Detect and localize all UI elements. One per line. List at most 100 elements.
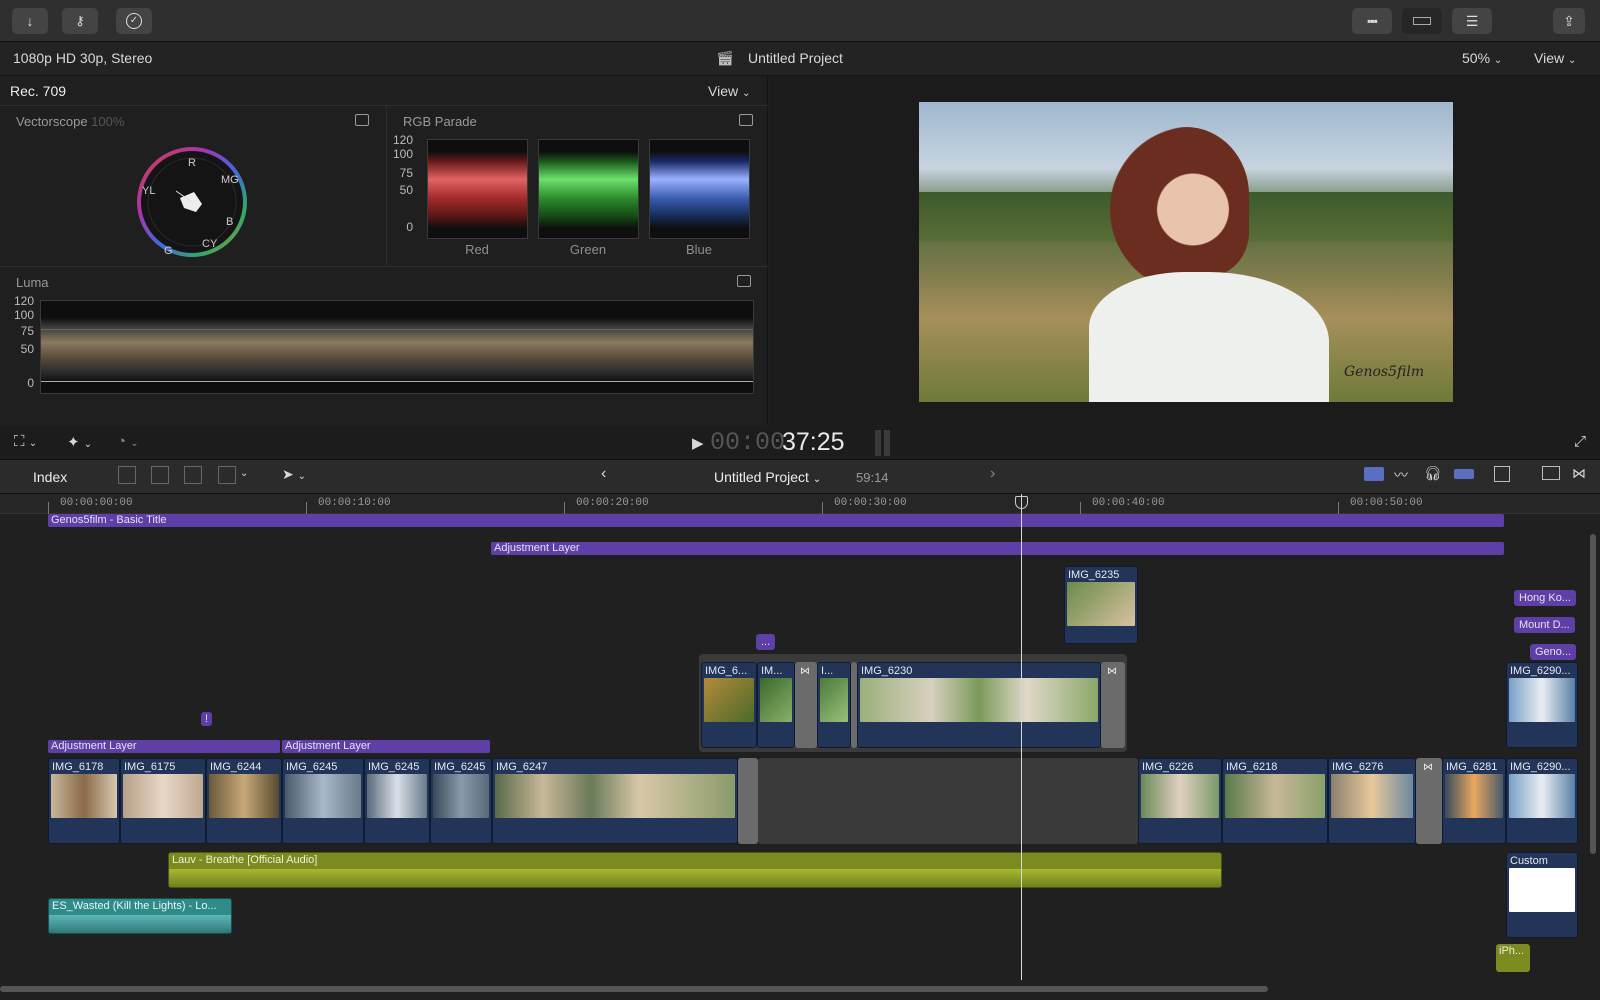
- transform-tool-menu[interactable]: ⛶ ⌄: [14, 433, 37, 450]
- transition[interactable]: [738, 758, 758, 844]
- luma-plot: [40, 300, 754, 394]
- browser-layout-button[interactable]: ▪▪▪: [1352, 8, 1392, 34]
- horizontal-scrollbar[interactable]: [0, 986, 1268, 992]
- view-menu-label: View: [1534, 50, 1565, 66]
- primary-clip[interactable]: IMG_6244: [206, 758, 282, 844]
- insert-clip-icon[interactable]: [151, 466, 169, 484]
- scope-settings-icon[interactable]: [739, 114, 753, 126]
- title-clip[interactable]: Genos5film - Basic Title: [48, 514, 1504, 527]
- primary-clip[interactable]: IMG_6276: [1328, 758, 1416, 844]
- chevron-down-icon[interactable]: ⌄: [240, 468, 248, 479]
- ruler-label: 00:00:10:00: [318, 497, 391, 509]
- playhead[interactable]: [1021, 494, 1022, 980]
- timecode-display[interactable]: 37:25: [782, 428, 845, 457]
- select-tool-menu[interactable]: ➤ ⌄: [282, 466, 306, 483]
- primary-clip[interactable]: IMG_6226: [1138, 758, 1222, 844]
- background-tasks-button[interactable]: ✓: [116, 8, 152, 34]
- title-clip-hong-kong[interactable]: Hong Ko...: [1514, 590, 1576, 606]
- scope-settings-icon[interactable]: [355, 114, 369, 126]
- append-clip-icon[interactable]: [184, 466, 202, 484]
- gap-clip[interactable]: [758, 758, 1138, 844]
- storyline-clip[interactable]: IMG_6230: [857, 662, 1101, 748]
- overwrite-clip-icon[interactable]: [218, 466, 236, 484]
- import-button[interactable]: ↓: [12, 8, 48, 34]
- title-clip-genos[interactable]: Geno...: [1530, 644, 1577, 660]
- connected-clip-img6235[interactable]: IMG_6235: [1064, 566, 1138, 644]
- vector-label-mg: MG: [221, 174, 239, 186]
- clip-name: IMG_6226: [1142, 761, 1194, 773]
- playhead-handle[interactable]: [1015, 496, 1028, 509]
- primary-clip[interactable]: IMG_6281: [1442, 758, 1506, 844]
- snapping-icon[interactable]: [1454, 469, 1474, 479]
- primary-clip[interactable]: IMG_6247: [492, 758, 738, 844]
- clip-name: IMG_6...: [705, 665, 748, 677]
- keywords-button[interactable]: ⚷: [62, 8, 98, 34]
- timeline-ruler[interactable]: 00:00:00:00 00:00:10:00 00:00:20:00 00:0…: [0, 494, 1600, 514]
- history-forward-button[interactable]: ›: [990, 465, 995, 483]
- sound-effect-clip[interactable]: ES_Wasted (Kill the Lights) - Lo...: [48, 898, 232, 934]
- clip-thumbnail: [1225, 774, 1325, 818]
- parade-tick: 100: [392, 147, 413, 161]
- scope-settings-icon[interactable]: [737, 275, 751, 287]
- video-frame[interactable]: Genos5film: [919, 102, 1453, 402]
- inspector-button[interactable]: ☰: [1452, 8, 1492, 34]
- clip-name: IMG_6245: [368, 761, 420, 773]
- vectorscope-title: Vectorscope 100%: [16, 114, 125, 129]
- enhance-menu[interactable]: ✦ ⌄: [67, 433, 92, 451]
- transition[interactable]: ⋈: [1416, 758, 1442, 844]
- primary-clip[interactable]: IMG_6245: [430, 758, 492, 844]
- transition[interactable]: ⋈: [795, 662, 817, 748]
- play-button[interactable]: ▶: [692, 434, 704, 452]
- headphones-icon[interactable]: 🎧︎: [1424, 465, 1442, 482]
- primary-clip[interactable]: IMG_6175: [120, 758, 206, 844]
- effects-browser-icon[interactable]: [1542, 466, 1560, 480]
- audio-waveform: [169, 869, 1221, 887]
- zoom-menu[interactable]: 50% ⌄: [1462, 50, 1502, 66]
- connect-clip-icon[interactable]: [118, 466, 136, 484]
- clip-thumbnail: [1509, 678, 1575, 722]
- history-back-button[interactable]: ‹: [601, 465, 606, 483]
- import-icon: ↓: [26, 13, 34, 29]
- speedometer-icon: ◔: [117, 433, 127, 450]
- clip-thumbnail: [1067, 582, 1135, 626]
- scopes-view-menu[interactable]: View ⌄: [708, 83, 750, 99]
- storyline-clip[interactable]: IMG_6...: [701, 662, 757, 748]
- custom-generator-clip[interactable]: Custom: [1506, 852, 1578, 938]
- clip-appearance-icon[interactable]: [1494, 466, 1510, 482]
- timeline-project-menu[interactable]: Untitled Project ⌄: [714, 469, 821, 485]
- collapsed-clip-tag[interactable]: ...: [756, 634, 776, 650]
- transition[interactable]: ⋈: [1101, 662, 1125, 748]
- timeline[interactable]: 00:00:00:00 00:00:10:00 00:00:20:00 00:0…: [0, 494, 1600, 1000]
- adjustment-layer-clip[interactable]: Adjustment Layer: [48, 740, 280, 753]
- clip-name: IMG_6175: [124, 761, 176, 773]
- clip-thumbnail: [820, 678, 848, 722]
- vertical-scrollbar[interactable]: [1590, 534, 1596, 854]
- primary-clip[interactable]: IMG_6178: [48, 758, 120, 844]
- storyline-clip[interactable]: I...: [817, 662, 851, 748]
- connected-clip-img6290[interactable]: IMG_6290...: [1506, 662, 1578, 748]
- timeline-layout-button[interactable]: [1402, 8, 1442, 34]
- vector-label-g: G: [164, 245, 173, 257]
- fullscreen-button[interactable]: ⤢: [1574, 433, 1586, 450]
- audio-skimming-icon[interactable]: 〰: [1394, 465, 1408, 485]
- share-button[interactable]: ⇪: [1553, 8, 1585, 34]
- viewer-view-menu[interactable]: View ⌄: [1534, 50, 1576, 66]
- viewer-bar: 1080p HD 30p, Stereo 🎬︎ Untitled Project…: [0, 42, 1600, 76]
- primary-clip[interactable]: IMG_6245: [282, 758, 364, 844]
- iphone-audio-clip[interactable]: iPh...: [1496, 944, 1530, 972]
- adjustment-layer-clip[interactable]: Adjustment Layer: [491, 542, 1504, 555]
- adjustment-layer-clip[interactable]: Adjustment Layer: [282, 740, 490, 753]
- storyline-clip[interactable]: IM...: [757, 662, 795, 748]
- retime-menu[interactable]: ◔ ⌄: [117, 433, 139, 450]
- primary-clip[interactable]: IMG_6218: [1222, 758, 1328, 844]
- skimming-icon[interactable]: [1364, 467, 1384, 481]
- index-button[interactable]: Index: [33, 469, 67, 485]
- primary-clip[interactable]: IMG_6245: [364, 758, 430, 844]
- primary-clip[interactable]: IMG_6290...: [1506, 758, 1578, 844]
- chevron-down-icon: ⌄: [741, 88, 751, 99]
- clip-name: IMG_6244: [210, 761, 262, 773]
- title-clip-mount[interactable]: Mount D...: [1514, 617, 1575, 633]
- music-audio-clip[interactable]: Lauv - Breathe [Official Audio]: [168, 852, 1222, 888]
- marker-tag[interactable]: !: [201, 712, 213, 726]
- transitions-browser-icon[interactable]: ⋈: [1572, 465, 1586, 482]
